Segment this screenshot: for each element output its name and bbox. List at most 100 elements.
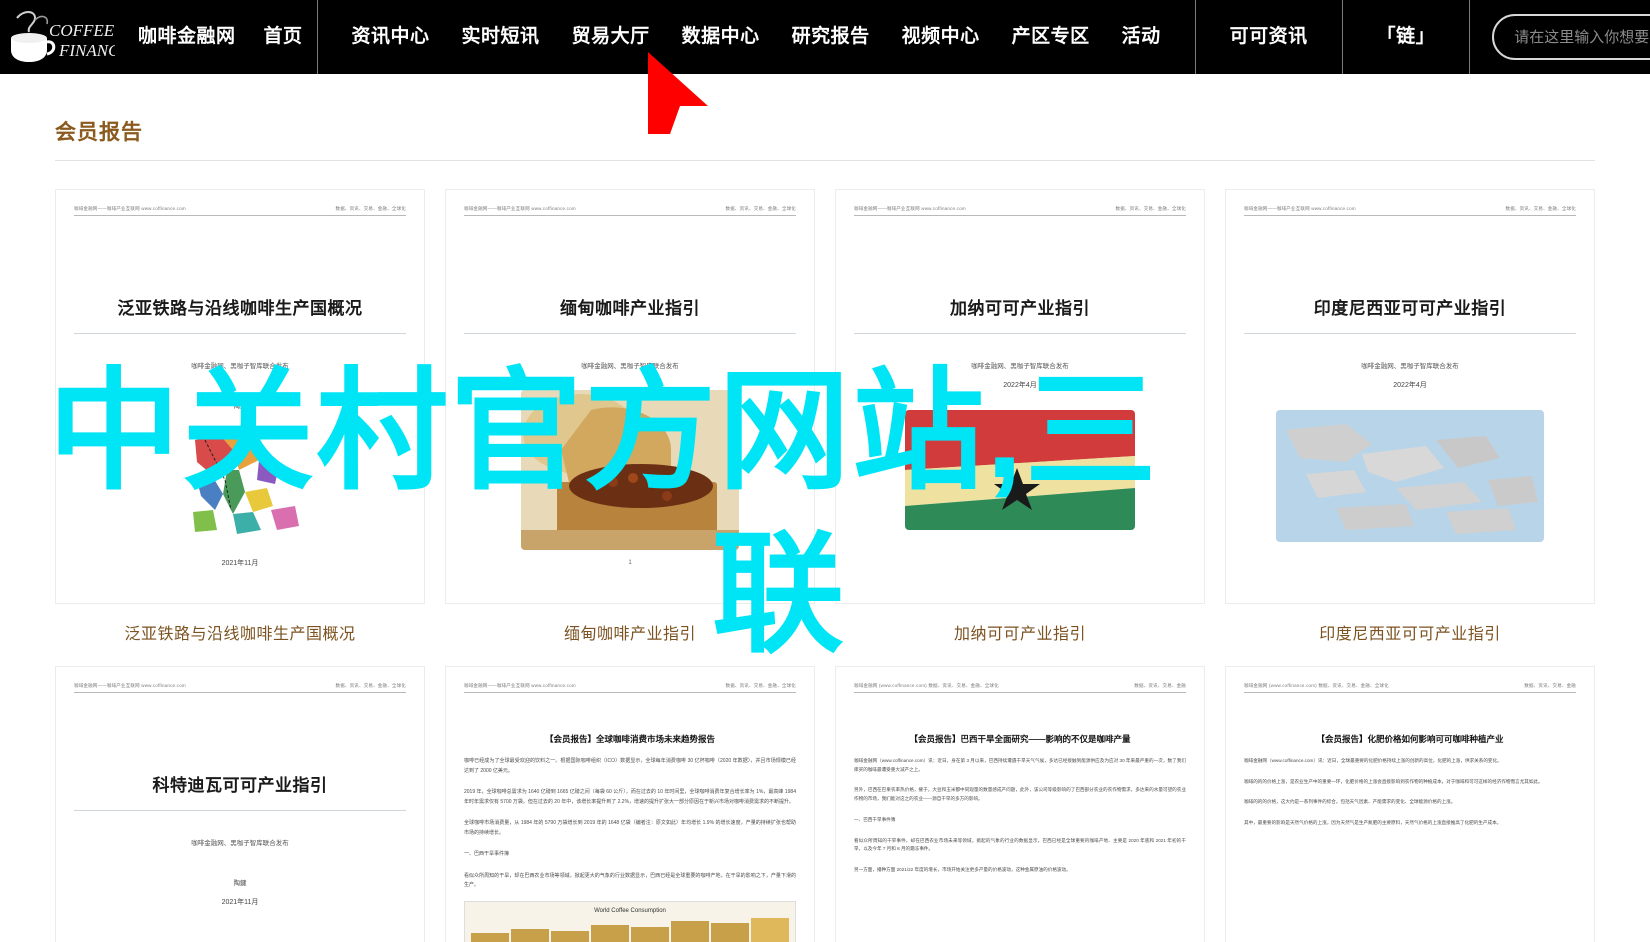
- search-zone: [1469, 0, 1650, 74]
- doc-date: 2021年11月: [221, 560, 259, 567]
- doc-header: 咖啡金融网——咖啡产业互联网 www.coffinance.com 数据、资讯、…: [854, 206, 1186, 216]
- nav-item-video-center[interactable]: 视频中心: [886, 0, 996, 74]
- doc-title: 【会员报告】巴西干旱全面研究——影响的不仅是咖啡产量: [909, 734, 1131, 744]
- doc-title: 科特迪瓦可可产业指引: [152, 776, 328, 795]
- chart-title: World Coffee Consumption: [594, 907, 666, 914]
- doc-title: 【会员报告】全球咖啡消费市场未来趋势报告: [544, 734, 715, 744]
- nav-item-data-center[interactable]: 数据中心: [666, 0, 776, 74]
- report-caption[interactable]: 缅甸咖啡产业指引: [445, 620, 815, 644]
- report-thumbnail[interactable]: 咖啡金融网 (www.coffinance.com) 数据、资讯、交易、金融、全…: [835, 666, 1205, 942]
- doc-header-right: 数据、资讯、交易、金融、全球化: [725, 206, 796, 211]
- doc-paragraph: 咖啡已经成为了全球最受欢迎的饮料之一。根据国际咖啡组织（ICO）数据显示，全球每…: [464, 758, 796, 774]
- doc-divider: [74, 810, 406, 811]
- doc-header: 咖啡金融网 (www.coffinance.com) 数据、资讯、交易、金融、全…: [1244, 683, 1576, 693]
- doc-header-right: 数据、资讯、交易、金融、全球化: [1505, 206, 1576, 211]
- nav-item-cocoa-news[interactable]: 可可资讯: [1214, 0, 1324, 74]
- indonesia-map-thumbnail: [1276, 410, 1544, 542]
- report-thumbnail[interactable]: 咖啡金融网——咖啡产业互联网 www.coffinance.com 数据、资讯、…: [835, 189, 1205, 604]
- report-card[interactable]: 咖啡金融网——咖啡产业互联网 www.coffinance.com 数据、资讯、…: [835, 189, 1205, 644]
- doc-header: 咖啡金融网 (www.coffinance.com) 数据、资讯、交易、金融、全…: [854, 683, 1186, 693]
- doc-subtitle: 咖啡金融网、黑咖子智库联合发布: [581, 363, 679, 370]
- doc-page-number: 1: [628, 560, 632, 566]
- doc-paragraph: 另外，巴西在巴果农率热价格，擢于，大豆和玉米都中同观量的数量感成产问题，此外，该…: [854, 787, 1186, 802]
- nav-item-trade-hall[interactable]: 贸易大厅: [556, 0, 666, 74]
- doc-title: 泛亚铁路与沿线咖啡生产国概况: [117, 299, 363, 318]
- section-header: 会员报告: [55, 74, 1595, 161]
- doc-paragraph: 看似众所周知的干旱，却在巴西农业市场等领域，掀起更大的气象的行业数据显示，巴西已…: [464, 872, 796, 889]
- nav-group-sections: 资讯中心 实时短讯 贸易大厅 数据中心 研究报告 视频中心 产区专区 活动: [316, 0, 1195, 74]
- top-navigation-bar: COFFEE FINANCE 咖啡金融网 首页 资讯中心 实时短讯 贸易大厅 数…: [0, 0, 1650, 134]
- report-grid: 咖啡金融网——咖啡产业互联网 www.coffinance.com 数据、资讯、…: [55, 189, 1595, 942]
- doc-header-left: 咖啡金融网——咖啡产业互联网 www.coffinance.com: [74, 206, 186, 211]
- nav-item-home[interactable]: 首页: [250, 0, 317, 74]
- svg-text:COFFEE: COFFEE: [49, 21, 115, 40]
- doc-header-right: 数据、资讯、交易、金融、全球化: [725, 683, 796, 688]
- doc-header-left: 咖啡金融网 (www.coffinance.com) 数据、资讯、交易、金融、全…: [854, 683, 999, 688]
- page-title: 会员报告: [55, 121, 143, 144]
- coffee-cup-icon: COFFEE FINANCE: [11, 11, 115, 62]
- report-card[interactable]: 咖啡金融网——咖啡产业互联网 www.coffinance.com 数据、资讯、…: [1225, 189, 1595, 644]
- doc-header-left: 咖啡金融网——咖啡产业互联网 www.coffinance.com: [74, 683, 186, 688]
- report-card[interactable]: 咖啡金融网——咖啡产业互联网 www.coffinance.com 数据、资讯、…: [445, 666, 815, 942]
- doc-author: 陶鍵: [233, 403, 247, 410]
- doc-author: 陶鍵: [233, 880, 247, 887]
- nav-item-realtime-news[interactable]: 实时短讯: [446, 0, 556, 74]
- ghana-flag-photo-thumbnail: [905, 410, 1135, 530]
- search-input[interactable]: [1514, 28, 1650, 46]
- doc-paragraph: 看似众所周知的干旱事件，却在巴西农业市场未来等领域，掀起的气象的行业的数据显示，…: [854, 837, 1186, 852]
- doc-paragraph: 全球咖啡市场消费量，从 1984 年的 5790 万袋增长到 2019 年的 1…: [464, 820, 796, 836]
- page-body: 会员报告 咖啡金融网——咖啡产业互联网 www.coffinance.com 数…: [0, 74, 1650, 942]
- doc-date: 2022年4月: [1003, 382, 1037, 389]
- doc-subtitle: 咖啡金融网、黑咖子智库联合发布: [1361, 363, 1459, 370]
- nav-item-chain[interactable]: 「链」: [1361, 0, 1452, 74]
- doc-paragraph: 咖啡金融网（www.coffinance.com）讯：近日，身在第 3 月以来，…: [854, 758, 1186, 772]
- report-thumbnail[interactable]: 咖啡金融网——咖啡产业互联网 www.coffinance.com 数据、资讯、…: [1225, 189, 1595, 604]
- report-thumbnail[interactable]: 咖啡金融网——咖啡产业互联网 www.coffinance.com 数据、资讯、…: [55, 189, 425, 604]
- nav-group-primary: 咖啡金融网 首页: [120, 0, 317, 74]
- nav-item-research-reports[interactable]: 研究报告: [776, 0, 886, 74]
- doc-title: 加纳可可产业指引: [950, 299, 1090, 318]
- coffee-beans-photo-thumbnail: [521, 390, 739, 550]
- doc-paragraph: 一、巴西干旱事件簿: [464, 851, 510, 857]
- doc-divider: [854, 333, 1186, 334]
- doc-paragraph: 咖啡的的的价格上涨，是农业生产中的重要一环，化肥价格的上涨会直接影响到农作物的种…: [1244, 778, 1543, 784]
- doc-paragraph: 咖啡的的的价格，这大约是一系列事件的综合。包括天气因素、产能需求的变化、全球能源…: [1244, 799, 1456, 805]
- report-caption[interactable]: 印度尼西亚可可产业指引: [1225, 620, 1595, 644]
- report-thumbnail[interactable]: 咖啡金融网 (www.coffinance.com) 数据、资讯、交易、金融、全…: [1225, 666, 1595, 942]
- report-card[interactable]: 咖啡金融网——咖啡产业互联网 www.coffinance.com 数据、资讯、…: [55, 189, 425, 644]
- doc-header: 咖啡金融网——咖啡产业互联网 www.coffinance.com 数据、资讯、…: [1244, 206, 1576, 216]
- site-logo[interactable]: COFFEE FINANCE: [0, 0, 120, 74]
- report-caption[interactable]: 泛亚铁路与沿线咖啡生产国概况: [55, 620, 425, 644]
- nav-item-news-center[interactable]: 资讯中心: [336, 0, 446, 74]
- doc-date: 2022年4月: [1393, 382, 1427, 389]
- search-box[interactable]: [1492, 14, 1650, 60]
- doc-header: 咖啡金融网——咖啡产业互联网 www.coffinance.com 数据、资讯、…: [74, 683, 406, 693]
- nav-item-site-name[interactable]: 咖啡金融网: [120, 0, 250, 74]
- doc-paragraph: 咖啡金融网（www.coffinance.com）讯：近日，全球最重要的化肥价格…: [1244, 758, 1502, 763]
- report-card[interactable]: 咖啡金融网 (www.coffinance.com) 数据、资讯、交易、金融、全…: [1225, 666, 1595, 942]
- doc-title: 【会员报告】化肥价格如何影响可可咖啡种植产业: [1316, 734, 1504, 744]
- doc-header-left: 咖啡金融网——咖啡产业互联网 www.coffinance.com: [464, 206, 576, 211]
- report-thumbnail[interactable]: 咖啡金融网——咖啡产业互联网 www.coffinance.com 数据、资讯、…: [445, 189, 815, 604]
- doc-header: 咖啡金融网——咖啡产业互联网 www.coffinance.com 数据、资讯、…: [464, 683, 796, 693]
- title-divider: [55, 160, 1595, 161]
- report-card[interactable]: 咖啡金融网——咖啡产业互联网 www.coffinance.com 数据、资讯、…: [445, 189, 815, 644]
- doc-header: 咖啡金融网——咖啡产业互联网 www.coffinance.com 数据、资讯、…: [74, 206, 406, 216]
- nav-item-origin-zone[interactable]: 产区专区: [996, 0, 1106, 74]
- report-thumbnail[interactable]: 咖啡金融网——咖啡产业互联网 www.coffinance.com 数据、资讯、…: [55, 666, 425, 942]
- report-thumbnail[interactable]: 咖啡金融网——咖啡产业互联网 www.coffinance.com 数据、资讯、…: [445, 666, 815, 942]
- doc-title: 缅甸咖啡产业指引: [560, 299, 700, 318]
- world-coffee-consumption-chart: World Coffee Consumption 109.9: [464, 900, 796, 942]
- doc-paragraph: 其中，最重要的影响是天然气价格的上涨，因为天然气是生产氮肥的主要原料，天然气价格…: [1244, 820, 1502, 826]
- doc-header-right: 数据、资讯、交易、金融、全球化: [1115, 206, 1186, 211]
- doc-header-right: 数据、资讯、交易、金融、全球化: [335, 206, 406, 211]
- svg-text:FINANCE: FINANCE: [58, 41, 115, 60]
- doc-subtitle: 咖啡金融网、黑咖子智库联合发布: [191, 363, 289, 370]
- report-caption[interactable]: 加纳可可产业指引: [835, 620, 1205, 644]
- doc-header-right: 数据、资讯、交易、金融、全球化: [335, 683, 406, 688]
- report-card[interactable]: 咖啡金融网 (www.coffinance.com) 数据、资讯、交易、金融、全…: [835, 666, 1205, 942]
- nav-item-events[interactable]: 活动: [1106, 0, 1177, 74]
- report-card[interactable]: 咖啡金融网——咖啡产业互联网 www.coffinance.com 数据、资讯、…: [55, 666, 425, 942]
- doc-paragraph: 2019 年，全球咖啡总需求为 1640 亿磅到 1665 亿磅之间（每袋 60…: [464, 789, 796, 805]
- doc-divider: [74, 333, 406, 334]
